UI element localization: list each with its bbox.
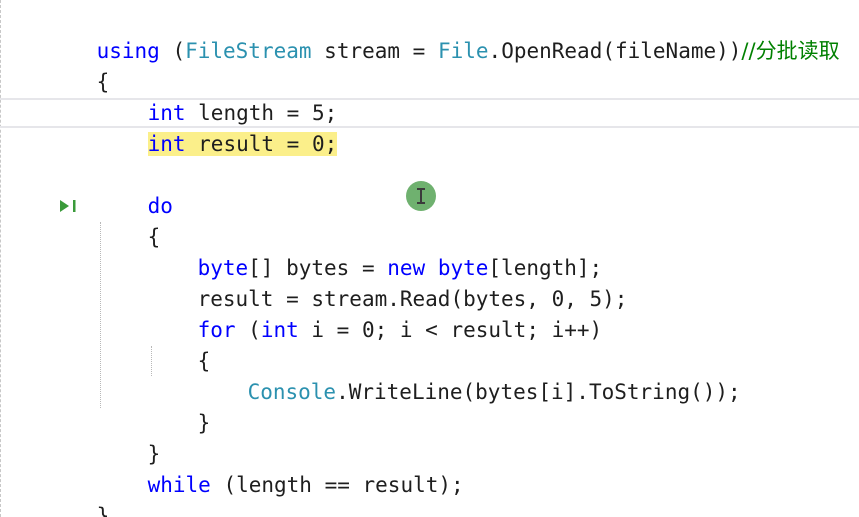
type-console: Console: [247, 380, 337, 404]
code-line-3[interactable]: int length = 5;: [97, 67, 338, 125]
code-line-7[interactable]: {: [97, 191, 161, 249]
keyword-while: while: [147, 473, 211, 497]
code-line-11[interactable]: {: [147, 315, 211, 373]
current-statement-highlight: int result = 0;: [147, 132, 338, 156]
code-line-1[interactable]: using (FileStream stream = File.OpenRead…: [46, 5, 840, 63]
code-line-2[interactable]: {: [46, 36, 110, 94]
code-line-6[interactable]: do: [97, 160, 173, 218]
code-line-15[interactable]: while (length == result);: [97, 439, 464, 497]
code-comment: //分批读取: [741, 39, 840, 63]
code-line-10[interactable]: for (int i = 0; i < result; i++): [147, 284, 603, 342]
type-filestream: FileStream: [185, 39, 312, 63]
code-line-13[interactable]: }: [147, 377, 211, 435]
code-line-12[interactable]: Console.WriteLine(bytes[i].ToString());: [197, 346, 741, 404]
code-line-9[interactable]: result = stream.Read(bytes, 0, 5);: [147, 253, 628, 311]
code-line-8[interactable]: byte[] bytes = new byte[length];: [147, 222, 603, 280]
code-line-4-current[interactable]: int result = 0;: [97, 98, 338, 156]
gutter-separator: [0, 0, 2, 517]
text-cursor-icon: [406, 181, 436, 211]
run-to-click-icon[interactable]: [58, 197, 80, 215]
code-editor[interactable]: using (FileStream stream = File.OpenRead…: [0, 0, 859, 517]
code-line-16[interactable]: }: [46, 470, 110, 517]
type-file: File: [437, 39, 489, 63]
code-line-14[interactable]: }: [97, 408, 161, 466]
